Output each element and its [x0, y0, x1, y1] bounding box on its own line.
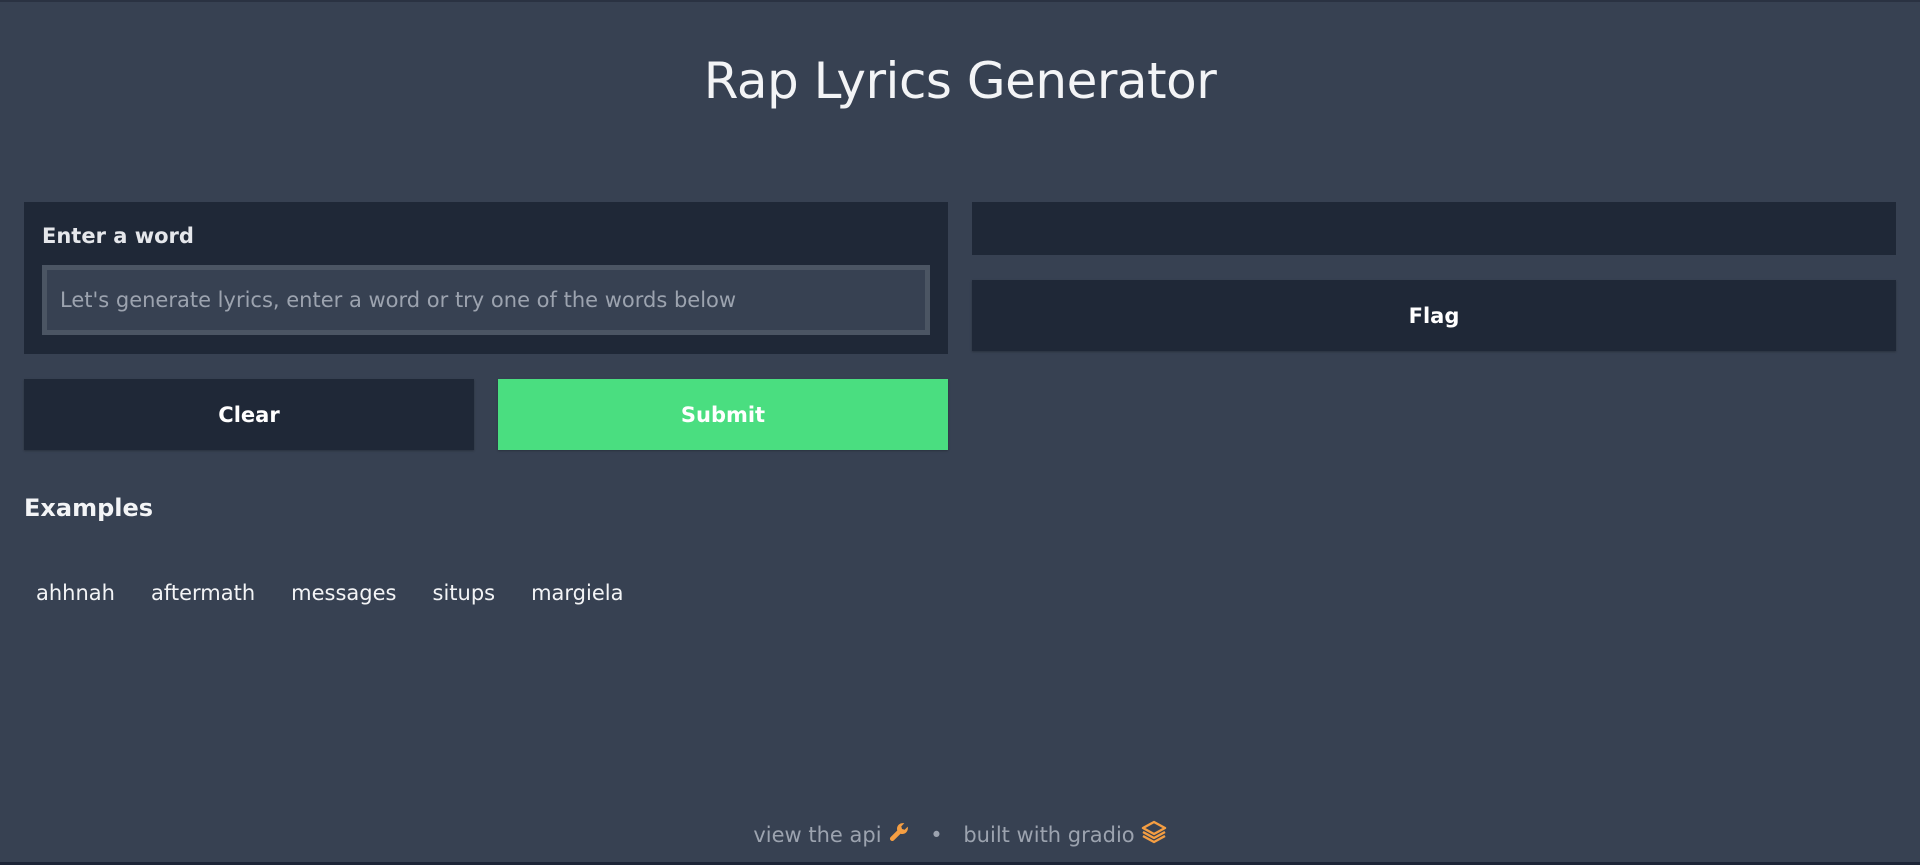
example-item-aftermath[interactable]: aftermath — [139, 577, 267, 609]
flag-button[interactable]: Flag — [972, 280, 1896, 351]
gradio-logo-icon — [1141, 820, 1167, 849]
word-input[interactable] — [42, 265, 930, 335]
lyrics-output-box — [972, 202, 1896, 255]
clear-button[interactable]: Clear — [24, 379, 474, 450]
example-item-situps[interactable]: situps — [421, 577, 508, 609]
word-input-panel: Enter a word — [24, 202, 948, 354]
app-page: Rap Lyrics Generator Enter a word Clear … — [0, 0, 1920, 865]
example-item-messages[interactable]: messages — [279, 577, 408, 609]
footer-separator: • — [930, 822, 943, 847]
examples-list: ahhnah aftermath messages situps margiel… — [24, 577, 647, 609]
page-title: Rap Lyrics Generator — [703, 52, 1217, 110]
examples-title: Examples — [24, 494, 154, 522]
submit-button[interactable]: Submit — [498, 379, 948, 450]
example-item-ahhnah[interactable]: ahhnah — [24, 577, 127, 609]
view-api-label: view the api — [753, 822, 882, 847]
example-item-margiela[interactable]: margiela — [519, 577, 635, 609]
built-with-gradio-link[interactable]: built with gradio — [963, 820, 1166, 849]
view-api-link[interactable]: view the api — [753, 821, 909, 848]
wrench-icon — [888, 821, 910, 848]
built-with-gradio-label: built with gradio — [963, 822, 1135, 847]
word-input-label: Enter a word — [42, 224, 194, 248]
footer: view the api • built with gradio — [0, 820, 1920, 849]
